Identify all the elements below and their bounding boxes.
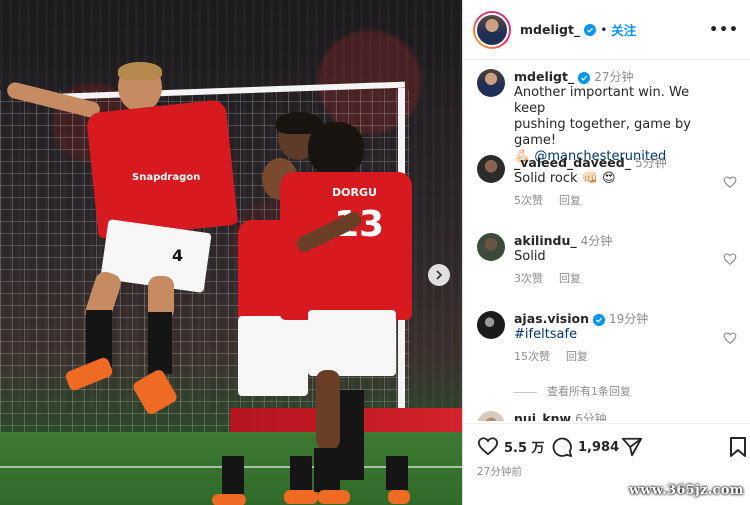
more-options-button[interactable]: ••• (709, 22, 739, 38)
like-count: 5.5 万 (504, 440, 545, 456)
heart-icon (477, 437, 499, 456)
story-ring[interactable] (473, 10, 511, 49)
player-arm (5, 80, 102, 120)
player-sock (386, 456, 408, 490)
share-button[interactable] (621, 436, 643, 458)
shirt-name: DORGU (332, 186, 377, 199)
comment-likes[interactable]: 3次赞 (514, 272, 543, 285)
comment-username[interactable]: akilindu_ (514, 233, 577, 248)
comment-time: 4分钟 (580, 234, 613, 248)
comment-meta: 3次赞 回复 (514, 271, 714, 287)
paper-plane-icon (621, 437, 643, 457)
carousel-next-button[interactable] (428, 264, 450, 286)
reply-button[interactable]: 回复 (566, 350, 588, 363)
verified-badge-icon (584, 23, 597, 36)
shirt-sponsor: Snapdragon (132, 172, 201, 183)
comment-username[interactable]: nui_knw (514, 411, 571, 421)
player-sock-right (148, 312, 172, 374)
view-replies-button[interactable]: 查看所有1条回复 (513, 383, 631, 399)
comments-scroll[interactable]: mdeligt_ 27分钟 Another important win. We k… (463, 61, 750, 421)
player-boot (212, 494, 246, 505)
reply-button[interactable]: 回复 (559, 272, 581, 285)
comment-text-body: Solid rock (514, 171, 578, 186)
player-dorgu: DORGU 13 (260, 120, 430, 505)
avatar[interactable] (477, 233, 505, 261)
comment-bubble-icon (552, 437, 573, 458)
comment-meta: 5次赞 回复 (514, 193, 714, 209)
heart-icon[interactable] (723, 252, 737, 266)
comment-likes[interactable]: 5次赞 (514, 194, 543, 207)
comment-likes[interactable]: 15次赞 (514, 350, 550, 363)
verified-badge-icon (578, 71, 591, 84)
post-side-panel: mdeligt_ • 关注 ••• mdeligt_ 27分钟 Another i… (462, 0, 750, 505)
post-actions: 5.5 万 1,984 27分钟前 www.365jz.com (463, 423, 750, 505)
comment-item: _valeed_daveed_ 5分钟 Solid rock 👊🏻 😍 5次赞 回复 (477, 155, 747, 209)
avatar (475, 12, 509, 47)
verified-badge-icon (593, 313, 605, 326)
follow-button[interactable]: 关注 (611, 20, 636, 39)
caption: mdeligt_ 27分钟 Another important win. We k… (477, 69, 747, 165)
player-leg (316, 370, 340, 450)
comment-text: Solid rock 👊🏻 😍 (514, 171, 714, 187)
like-button[interactable]: 5.5 万 (477, 436, 545, 456)
comment-item: ajas.vision 19分钟 #ifeltsafe 15次赞 回复 (477, 311, 747, 365)
player-boot (318, 490, 350, 504)
heart-icon[interactable] (723, 331, 737, 345)
view-replies-label: 查看所有1条回复 (547, 385, 631, 398)
separator-dot: • (600, 22, 608, 37)
comment-item: akilindu_ 4分钟 Solid 3次赞 回复 (477, 233, 747, 287)
comment-count: 1,984 (578, 439, 620, 455)
caption-text-line1: Another important win. We keep (514, 85, 690, 116)
heart-icon[interactable] (723, 175, 737, 189)
caption-text-line2: pushing together, game by game! (514, 117, 691, 148)
hashtag-link[interactable]: #ifeltsafe (514, 327, 714, 343)
avatar[interactable] (477, 155, 505, 183)
caption-time: 27分钟 (594, 70, 634, 84)
chevron-right-icon (436, 270, 443, 280)
player-hair (118, 62, 162, 80)
comment-username[interactable]: ajas.vision (514, 311, 589, 326)
comment-button[interactable]: 1,984 (551, 436, 619, 458)
player-sock (222, 456, 244, 494)
player-shorts (308, 310, 396, 376)
player-sock (314, 448, 340, 492)
player-boot (388, 490, 410, 504)
comment-item: nui_knw 6分钟 (477, 411, 747, 421)
comment-time: 5分钟 (634, 156, 667, 170)
watermark: www.365jz.com (629, 483, 744, 498)
post-header: mdeligt_ • 关注 ••• (463, 0, 750, 60)
comment-username[interactable]: _valeed_daveed_ (514, 155, 631, 170)
caption-username[interactable]: mdeligt_ (514, 69, 574, 84)
comment-text: Solid (514, 249, 546, 264)
comment-emoji: 👊🏻 😍 (581, 171, 616, 186)
save-button[interactable] (729, 436, 747, 458)
player-hair (308, 122, 364, 176)
comment-time: 6分钟 (575, 412, 607, 421)
avatar[interactable] (477, 311, 505, 339)
reply-divider (513, 391, 537, 393)
bookmark-icon (730, 437, 746, 457)
player-shirt (85, 99, 239, 239)
comment-meta: 15次赞 回复 (514, 349, 714, 365)
avatar[interactable] (477, 411, 505, 421)
avatar[interactable] (477, 69, 505, 97)
shorts-number: 4 (172, 246, 184, 265)
player-boot-right (131, 367, 179, 417)
post-timestamp: 27分钟前 (477, 466, 522, 478)
reply-button[interactable]: 回复 (559, 194, 581, 207)
post-photo: Snapdragon 4 DORGU 13 (0, 0, 462, 505)
header-username[interactable]: mdeligt_ (520, 22, 580, 37)
comment-time: 19分钟 (609, 312, 649, 326)
